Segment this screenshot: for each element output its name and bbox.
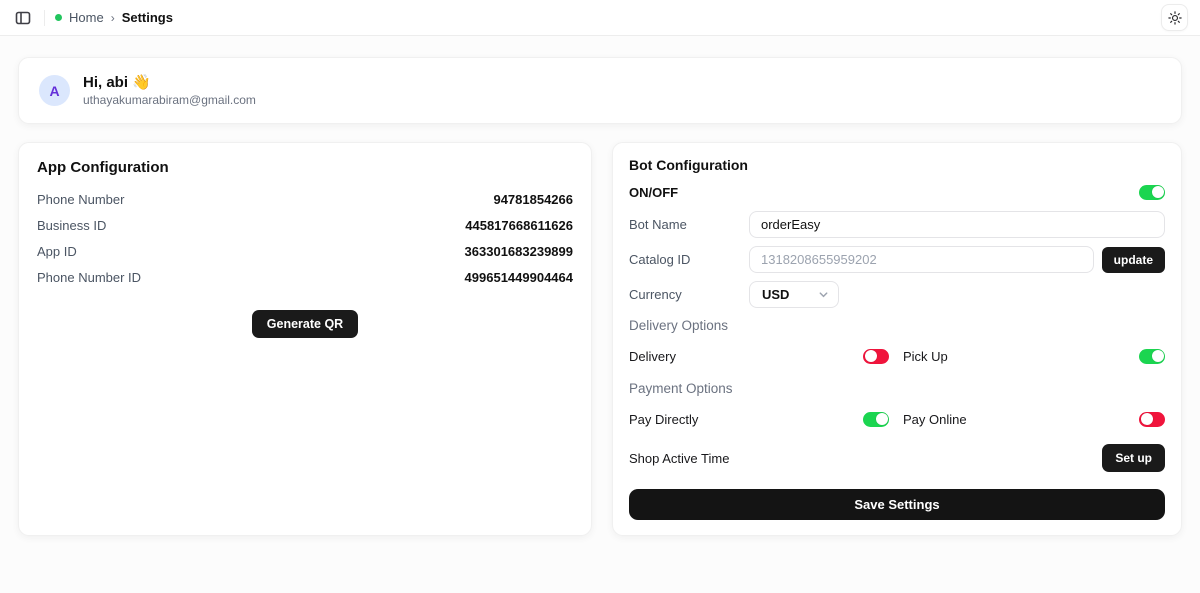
field-row-business-id: Business ID 445817668611626 — [37, 212, 573, 238]
field-row-phone-number-id: Phone Number ID 499651449904464 — [37, 264, 573, 290]
field-value: 363301683239899 — [465, 244, 573, 259]
shop-active-time-setup-button[interactable]: Set up — [1102, 444, 1165, 472]
field-label: Phone Number — [37, 192, 124, 207]
field-row-phone-number: Phone Number 94781854266 — [37, 186, 573, 212]
breadcrumb-home[interactable]: Home — [69, 10, 104, 25]
save-settings-button[interactable]: Save Settings — [629, 489, 1165, 520]
catalog-id-label: Catalog ID — [629, 252, 749, 267]
app-config-title: App Configuration — [37, 159, 573, 176]
toggle-knob — [1141, 413, 1153, 425]
breadcrumb-separator-icon: › — [111, 11, 115, 25]
topbar: Home › Settings — [0, 0, 1200, 36]
greeting-title: Hi, abi 👋 — [83, 73, 256, 92]
breadcrumb: Home › Settings — [55, 10, 173, 25]
greeting-text: Hi, abi 👋 uthayakumarabiram@gmail.com — [83, 73, 256, 108]
pay-online-label: Pay Online — [903, 412, 967, 427]
pay-directly-label: Pay Directly — [629, 412, 863, 427]
field-value: 94781854266 — [493, 192, 573, 207]
app-configuration-card: App Configuration Phone Number 947818542… — [18, 142, 592, 536]
toggle-knob — [1152, 186, 1164, 198]
field-label: App ID — [37, 244, 77, 259]
bot-config-title: Bot Configuration — [629, 157, 1165, 173]
onoff-label: ON/OFF — [629, 185, 678, 200]
payment-row: Pay Directly Pay Online — [629, 408, 1165, 430]
catalog-id-input[interactable] — [749, 246, 1094, 273]
field-row-app-id: App ID 363301683239899 — [37, 238, 573, 264]
payment-options-heading: Payment Options — [629, 381, 1165, 396]
generate-qr-button[interactable]: Generate QR — [252, 310, 358, 338]
toggle-knob — [876, 413, 888, 425]
currency-value: USD — [762, 287, 818, 302]
main-content: A Hi, abi 👋 uthayakumarabiram@gmail.com … — [0, 36, 1200, 557]
avatar: A — [39, 75, 70, 106]
shop-active-time-label: Shop Active Time — [629, 451, 863, 466]
delivery-options-heading: Delivery Options — [629, 318, 1165, 333]
catalog-id-row: Catalog ID update — [629, 246, 1165, 273]
field-label: Phone Number ID — [37, 270, 141, 285]
delivery-row: Delivery Pick Up — [629, 345, 1165, 367]
delivery-toggle[interactable] — [863, 349, 889, 364]
greeting-email: uthayakumarabiram@gmail.com — [83, 92, 256, 108]
currency-label: Currency — [629, 287, 749, 302]
breadcrumb-current: Settings — [122, 10, 173, 25]
greeting-card: A Hi, abi 👋 uthayakumarabiram@gmail.com — [18, 57, 1182, 124]
bot-name-row: Bot Name — [629, 211, 1165, 238]
currency-select[interactable]: USD — [749, 281, 839, 308]
field-label: Business ID — [37, 218, 106, 233]
toggle-knob — [1152, 350, 1164, 362]
theme-toggle-button[interactable] — [1161, 4, 1188, 31]
pay-online-toggle[interactable] — [1139, 412, 1165, 427]
topbar-divider — [44, 10, 45, 26]
pickup-toggle[interactable] — [1139, 349, 1165, 364]
shop-active-time-row: Shop Active Time Set up — [629, 444, 1165, 472]
onoff-row: ON/OFF — [629, 181, 1165, 203]
status-dot-icon — [55, 14, 62, 21]
bot-onoff-toggle[interactable] — [1139, 185, 1165, 200]
pay-directly-toggle[interactable] — [863, 412, 889, 427]
delivery-label: Delivery — [629, 349, 863, 364]
catalog-update-button[interactable]: update — [1102, 247, 1165, 273]
chevron-down-icon — [818, 289, 829, 300]
bot-name-input[interactable] — [749, 211, 1165, 238]
field-value: 445817668611626 — [465, 218, 573, 233]
bot-configuration-card: Bot Configuration ON/OFF Bot Name Catalo… — [612, 142, 1182, 536]
field-value: 499651449904464 — [465, 270, 573, 285]
toggle-knob — [865, 350, 877, 362]
bot-name-label: Bot Name — [629, 217, 749, 232]
pickup-label: Pick Up — [903, 349, 948, 364]
sidebar-toggle-icon[interactable] — [12, 7, 34, 29]
sun-icon — [1168, 11, 1182, 25]
currency-row: Currency USD — [629, 281, 1165, 308]
